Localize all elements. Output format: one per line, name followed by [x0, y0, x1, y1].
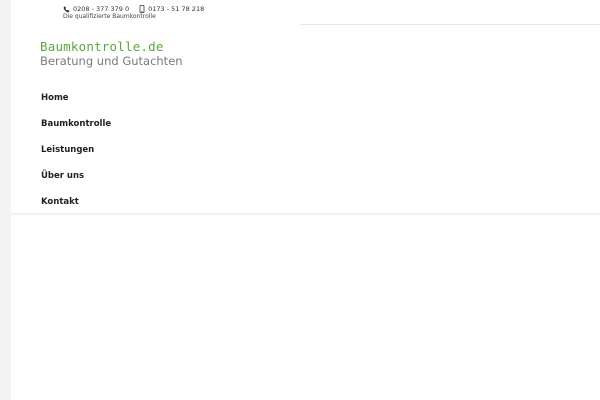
top-bar: 0208 - 377 379 0 0173 - 51 78 218 Die qu…: [11, 0, 600, 25]
nav-item-leistungen[interactable]: Leistungen: [41, 138, 181, 164]
page-frame: 0208 - 377 379 0 0173 - 51 78 218 Die qu…: [11, 0, 600, 400]
nav-item-home[interactable]: Home: [41, 86, 181, 112]
mobile-phone-icon: [139, 5, 145, 13]
header-divider: [11, 213, 600, 214]
tagline: Die qualifizierte Baumkontrolle: [63, 13, 156, 20]
mobile-number: 0173 - 51 78 218: [148, 5, 205, 13]
nav-item-baumkontrolle[interactable]: Baumkontrolle: [41, 112, 181, 138]
logo-subtitle: Beratung und Gutachten: [40, 54, 183, 68]
site-logo[interactable]: Baumkontrolle.de Beratung und Gutachten: [40, 39, 190, 69]
phone-icon: [63, 5, 70, 12]
main-navigation: Home Baumkontrolle Leistungen Über uns K…: [41, 86, 181, 216]
top-bar-divider: [300, 24, 600, 25]
main-content: [11, 216, 600, 400]
nav-item-ueber-uns[interactable]: Über uns: [41, 164, 181, 190]
logo-title: Baumkontrolle.de: [40, 39, 164, 54]
